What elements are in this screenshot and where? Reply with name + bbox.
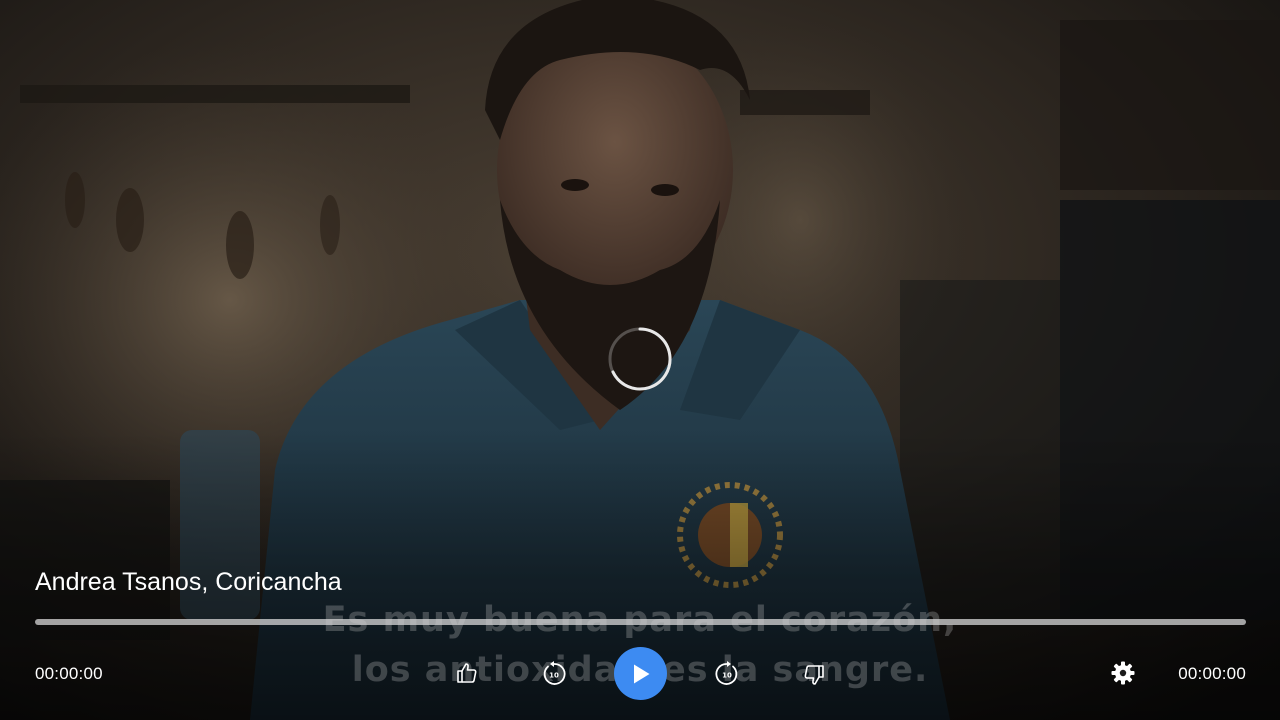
- rewind-10-icon: 10: [543, 661, 566, 685]
- current-time: 00:00:00: [35, 664, 103, 683]
- rewind-10-button[interactable]: 10: [540, 660, 568, 688]
- play-button[interactable]: [614, 647, 667, 700]
- forward-10-button[interactable]: 10: [713, 660, 741, 688]
- rewind-seconds-label: 10: [549, 672, 559, 680]
- play-icon: [633, 664, 649, 683]
- forward-seconds-label: 10: [722, 672, 732, 680]
- forward-10-icon: 10: [715, 661, 738, 685]
- thumbs-down-icon: [804, 665, 824, 685]
- video-player[interactable]: Es muy buena para el corazón, los antiox…: [0, 0, 1280, 720]
- like-button[interactable]: [454, 660, 480, 686]
- progress-bar[interactable]: [35, 619, 1246, 625]
- dislike-button[interactable]: [801, 662, 827, 688]
- video-title: Andrea Tsanos, Coricancha: [35, 568, 342, 596]
- thumbs-up-icon: [457, 663, 477, 683]
- gear-icon: [1111, 661, 1135, 685]
- settings-button[interactable]: [1110, 660, 1136, 686]
- loading-spinner-icon: [608, 327, 672, 391]
- duration-time: 00:00:00: [1178, 664, 1246, 683]
